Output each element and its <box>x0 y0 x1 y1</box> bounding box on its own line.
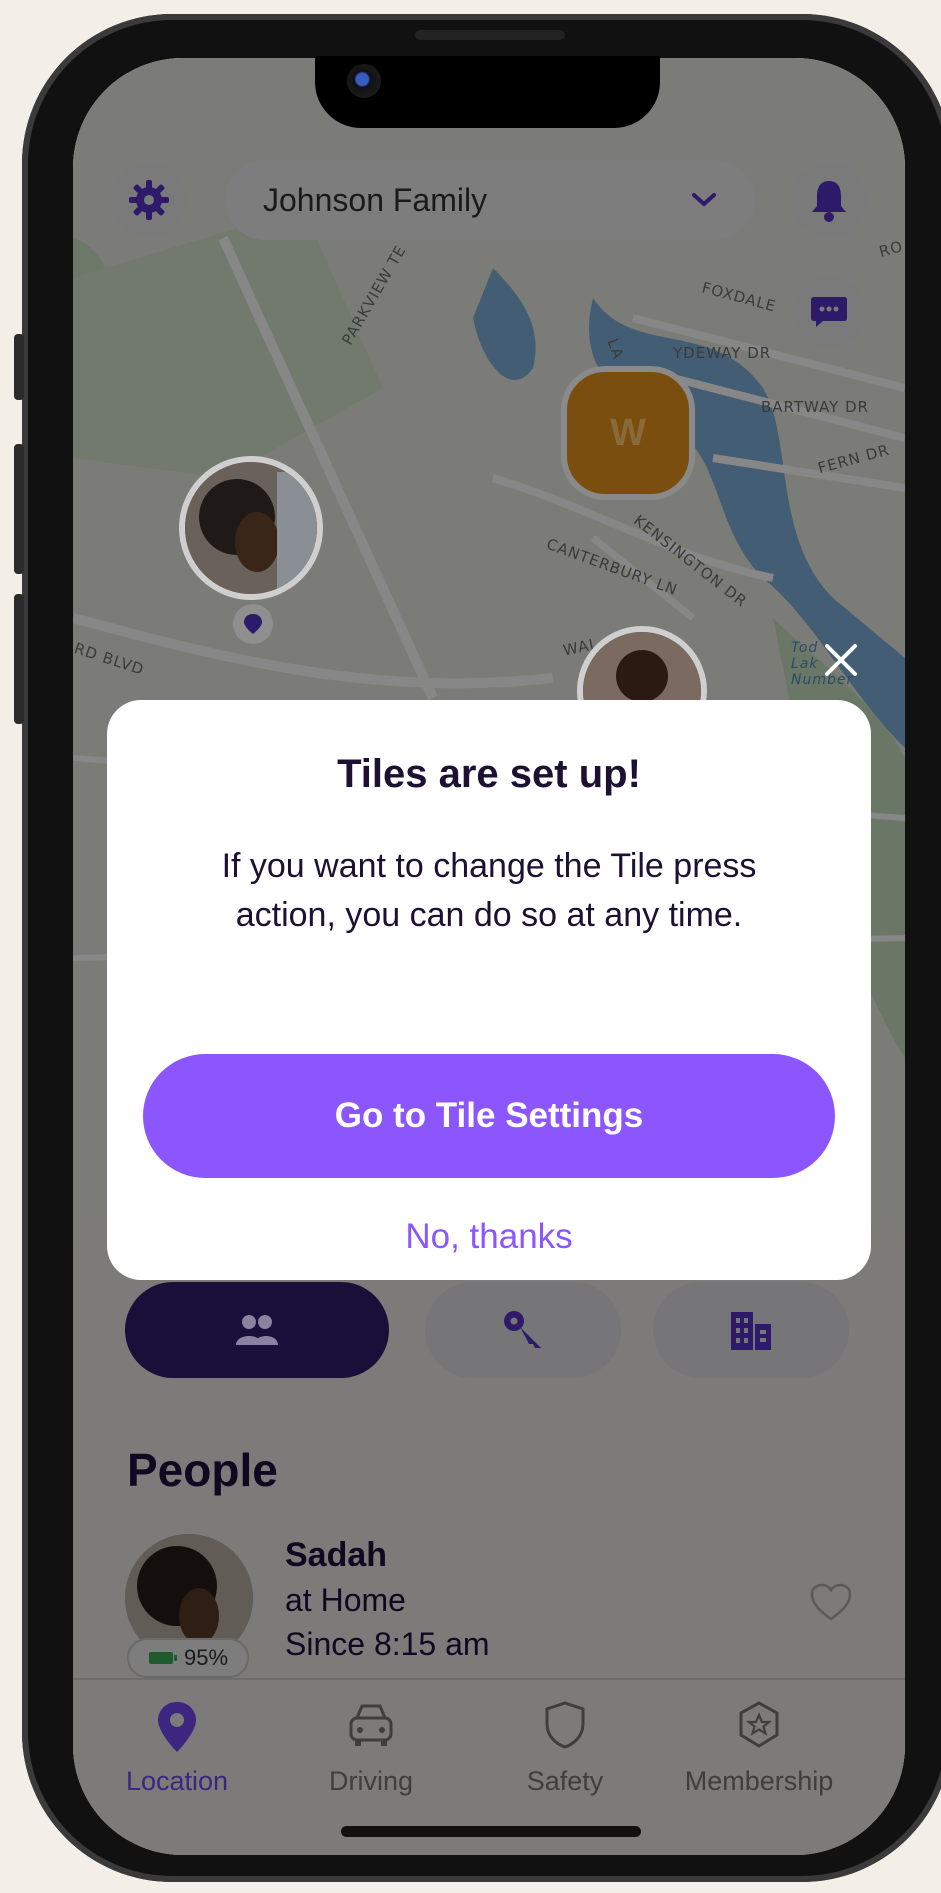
front-camera <box>347 64 381 98</box>
home-indicator[interactable] <box>341 1826 641 1837</box>
close-icon <box>825 644 857 676</box>
tiles-setup-dialog: Tiles are set up! If you want to change … <box>107 700 871 1280</box>
member-pin-w[interactable]: W <box>561 366 695 500</box>
family-name: Johnson Family <box>263 181 488 218</box>
people-icon <box>236 1315 278 1345</box>
member-pin-sadah[interactable] <box>179 456 323 600</box>
person-since: Since 8:15 am <box>285 1626 490 1662</box>
tab-location[interactable]: Location <box>73 1680 281 1820</box>
person-status: at Home <box>285 1582 406 1618</box>
keys-icon <box>504 1311 541 1348</box>
building-icon <box>731 1312 771 1350</box>
tab-safety[interactable]: Safety <box>461 1680 669 1820</box>
screen: PARKVIEW TE FOXDALE YDEWAY DR BARTWAY DR… <box>73 58 905 1855</box>
close-button[interactable] <box>813 632 869 688</box>
heart-icon[interactable] <box>809 1582 853 1622</box>
person-name[interactable]: Sadah <box>285 1536 387 1575</box>
volume-down-button <box>14 594 24 724</box>
street-label: YDEWAY DR <box>673 344 772 362</box>
family-selector[interactable]: Johnson Family <box>225 160 755 240</box>
dialog-message: If you want to change the Tile press act… <box>221 847 757 934</box>
chat-bubble-icon <box>811 297 847 327</box>
earpiece-speaker <box>415 30 565 40</box>
gear-icon <box>129 180 169 220</box>
tab-membership[interactable]: Membership <box>655 1680 863 1820</box>
segment-people[interactable] <box>125 1282 389 1378</box>
star-badge-icon <box>739 1701 779 1748</box>
location-dot-icon <box>233 604 273 644</box>
chevron-down-icon <box>692 193 716 207</box>
car-icon <box>349 1704 393 1746</box>
tab-label: Membership <box>684 1766 834 1796</box>
no-thanks-button[interactable]: No, thanks <box>107 1216 871 1258</box>
segment-keys[interactable] <box>425 1282 621 1378</box>
member-initial: W <box>610 411 646 454</box>
tab-label: Location <box>125 1766 229 1796</box>
volume-up-button <box>14 444 24 574</box>
settings-button[interactable] <box>111 162 187 238</box>
go-to-tile-settings-button[interactable]: Go to Tile Settings <box>143 1054 835 1178</box>
shield-icon <box>545 1701 585 1749</box>
chat-button[interactable] <box>793 276 865 348</box>
location-pin-icon <box>158 1702 196 1752</box>
dialog-title: Tiles are set up! <box>337 752 641 796</box>
street-label: BARTWAY DR <box>761 398 870 416</box>
notifications-button[interactable] <box>791 162 867 238</box>
tab-driving[interactable]: Driving <box>267 1680 475 1820</box>
avatar-photo-icon <box>185 462 317 594</box>
battery-icon <box>148 1652 177 1664</box>
battery-level: 95% <box>183 1645 229 1670</box>
people-section-title: People <box>127 1444 278 1496</box>
battery-badge: 95% <box>127 1638 249 1678</box>
tab-label: Driving <box>328 1766 414 1796</box>
bell-icon <box>812 181 846 222</box>
tab-label: Safety <box>526 1766 604 1796</box>
mute-switch <box>14 334 24 400</box>
segment-places[interactable] <box>653 1282 849 1378</box>
